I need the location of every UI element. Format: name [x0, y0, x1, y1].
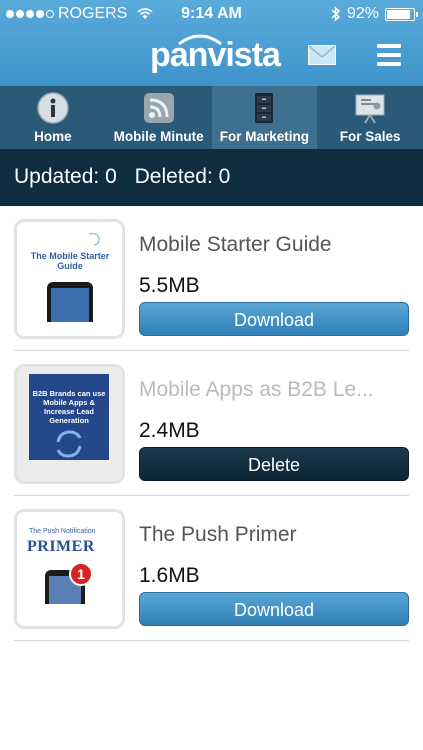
brand-logo: panvista: [150, 36, 281, 74]
document-title[interactable]: Mobile Starter Guide: [139, 233, 332, 257]
list-item: The Push Notification PRIMER 1 The Push …: [14, 496, 409, 641]
cover-subtitle: The Push Notification: [29, 528, 96, 535]
status-right: 92%: [331, 5, 418, 23]
document-thumbnail[interactable]: B2B Brands can use Mobile Apps & Increas…: [14, 364, 125, 484]
menu-icon[interactable]: [377, 44, 401, 66]
presentation-icon: [355, 94, 385, 124]
mail-icon[interactable]: [308, 45, 336, 65]
download-button[interactable]: Download: [139, 302, 409, 336]
document-size: 1.6MB: [139, 564, 200, 587]
notification-badge: 1: [69, 562, 93, 586]
cover-image: The Mobile Starter Guide: [29, 230, 111, 328]
tab-label: Home: [34, 129, 72, 144]
cover-title: B2B Brands can use Mobile Apps & Increas…: [32, 389, 106, 425]
battery-icon: [385, 7, 418, 21]
deleted-count: Deleted: 0: [134, 165, 231, 188]
cover-title: The Mobile Starter Guide: [30, 251, 110, 271]
swirl-icon: [88, 232, 100, 246]
tab-home[interactable]: Home: [0, 86, 106, 149]
download-button[interactable]: Download: [139, 592, 409, 626]
list-item: B2B Brands can use Mobile Apps & Increas…: [14, 351, 409, 496]
cabinet-icon: [255, 93, 274, 123]
document-size: 2.4MB: [139, 419, 200, 442]
cover-image: B2B Brands can use Mobile Apps & Increas…: [29, 374, 109, 460]
sync-summary-bar: Updated: 0 Deleted: 0: [0, 149, 423, 206]
battery-fill: [387, 9, 410, 19]
document-list: The Mobile Starter Guide Mobile Starter …: [0, 206, 423, 641]
phone-icon: [47, 282, 93, 322]
document-title[interactable]: The Push Primer: [139, 523, 297, 547]
list-item: The Mobile Starter Guide Mobile Starter …: [14, 206, 409, 351]
bluetooth-icon: [331, 6, 341, 22]
tab-bar: Home Mobile Minute For Marketing For Sal…: [0, 86, 423, 149]
tab-for-sales[interactable]: For Sales: [317, 86, 423, 149]
document-size: 5.5MB: [139, 274, 200, 297]
document-title[interactable]: Mobile Apps as B2B Le...: [139, 378, 374, 402]
battery-percent: 92%: [346, 5, 379, 22]
info-icon: [37, 92, 69, 124]
status-bar: ROGERS 9:14 AM 92%: [0, 0, 423, 28]
app-screen: ROGERS 9:14 AM 92% panvista Home Mobile …: [0, 0, 423, 750]
tab-label: Mobile Minute: [113, 129, 204, 144]
tab-for-marketing[interactable]: For Marketing: [211, 86, 318, 149]
tab-label: For Sales: [339, 129, 401, 144]
delete-button[interactable]: Delete: [139, 447, 409, 481]
document-thumbnail[interactable]: The Push Notification PRIMER 1: [14, 509, 125, 629]
tab-mobile-minute[interactable]: Mobile Minute: [106, 86, 212, 149]
refresh-icon: [56, 430, 82, 458]
cover-title: PRIMER: [27, 538, 95, 555]
updated-count: Updated: 0: [14, 165, 117, 188]
rss-icon: [143, 93, 174, 123]
app-header: ROGERS 9:14 AM 92% panvista: [0, 0, 423, 86]
tab-label: For Marketing: [219, 129, 309, 144]
document-thumbnail[interactable]: The Mobile Starter Guide: [14, 219, 125, 339]
